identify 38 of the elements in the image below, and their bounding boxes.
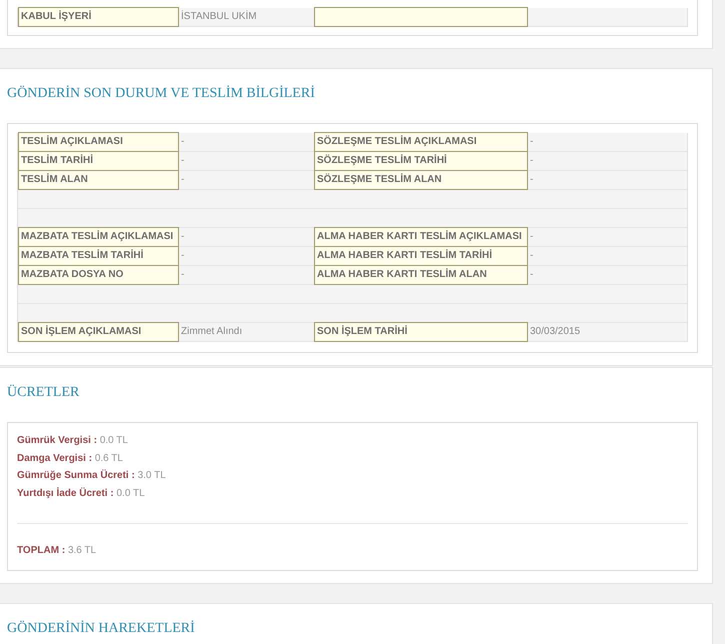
field-value: - — [528, 152, 687, 171]
field-value: - — [179, 171, 314, 190]
field-value: - — [179, 228, 314, 247]
field-label: ALMA HABER KARTI TESLİM ALAN — [314, 265, 528, 285]
fee-line: Damga Vergisi : 0.6 TL — [17, 452, 124, 466]
field-label: SÖZLEŞME TESLİM ALAN — [314, 170, 528, 190]
fee-line: Gümrük Vergisi : 0.0 TL — [17, 434, 129, 448]
field-label: TESLİM AÇIKLAMASI — [18, 132, 179, 152]
section-title: ÜCRETLER — [7, 384, 80, 402]
field-value: - — [179, 152, 314, 171]
field-label: MAZBATA TESLİM AÇIKLAMASI — [18, 227, 179, 247]
field-label: SON İŞLEM TARİHİ — [314, 322, 528, 342]
field-label: ALMA HABER KARTI TESLİM AÇIKLAMASI — [314, 227, 528, 247]
fee-line: Gümrüğe Sunma Ücreti : 3.0 TL — [17, 468, 167, 484]
field-value: - — [528, 133, 687, 152]
field-label: SÖZLEŞME TESLİM AÇIKLAMASI — [314, 132, 528, 152]
field-label: ALMA HABER KARTI TESLİM TARİHİ — [314, 246, 528, 266]
field-value: 30/03/2015 — [528, 323, 687, 342]
field-label: MAZBATA DOSYA NO — [18, 265, 179, 285]
fee-line: TOPLAM : 3.6 TL — [17, 544, 98, 558]
section-title: GÖNDERİNİN HAREKETLERİ — [7, 620, 196, 638]
field-value: - — [528, 266, 687, 285]
section-title: GÖNDERİN SON DURUM VE TESLİM BİLGİLERİ — [7, 84, 316, 103]
field-label: SÖZLEŞME TESLİM TARİHİ — [314, 151, 528, 171]
field-value: - — [528, 228, 687, 247]
field-label: TESLİM ALAN — [18, 170, 179, 190]
field-label: SON İŞLEM AÇIKLAMASI — [18, 322, 179, 342]
field-value: - — [528, 247, 687, 266]
field-value: İSTANBUL UKİM — [179, 8, 314, 27]
field-label: KABUL İŞYERİ — [18, 7, 179, 27]
field-label: MAZBATA TESLİM TARİHİ — [18, 246, 179, 266]
field-value: - — [528, 171, 687, 190]
fee-line: Yurtdışı İade Ücreti : 0.0 TL — [17, 486, 146, 501]
field-value: - — [179, 266, 314, 285]
field-value: Zimmet Alındı — [179, 323, 314, 342]
field-label: TESLİM TARİHİ — [18, 151, 179, 171]
field-value: - — [179, 133, 314, 152]
field-value: - — [179, 247, 314, 266]
